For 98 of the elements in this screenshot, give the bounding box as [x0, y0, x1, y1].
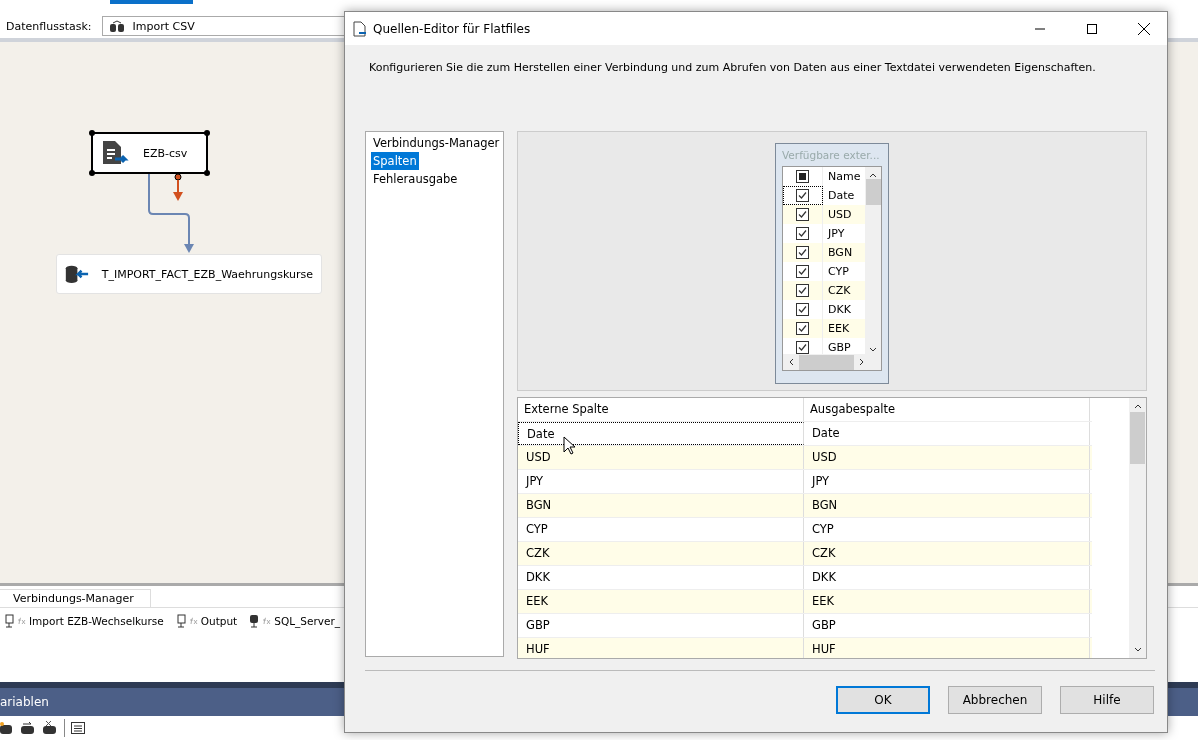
- database-arrow-icon: [65, 263, 90, 285]
- scroll-down-icon[interactable]: [869, 346, 877, 354]
- column-checkbox[interactable]: [796, 208, 809, 221]
- checkmark-icon: [798, 305, 807, 314]
- table-cell[interactable]: EEK: [804, 590, 1090, 613]
- file-connection-icon: [4, 614, 14, 628]
- column-checkbox[interactable]: [796, 341, 809, 354]
- window-title: Quellen-Editor für Flatfiles: [373, 21, 532, 36]
- column-checkbox[interactable]: [796, 189, 809, 202]
- column-name: Date: [827, 188, 855, 204]
- close-icon: [1138, 22, 1150, 35]
- scroll-thumb[interactable]: [865, 179, 881, 205]
- scroll-right-icon[interactable]: [858, 358, 866, 366]
- scroll-up-icon[interactable]: [1133, 402, 1142, 410]
- node-label: EZB-csv: [143, 146, 188, 160]
- table-cell[interactable]: EEK: [518, 590, 804, 613]
- checkmark-icon: [798, 286, 807, 295]
- source-node[interactable]: EZB-csv: [91, 132, 208, 174]
- column-name: DKK: [827, 302, 851, 318]
- scroll-thumb[interactable]: [799, 354, 854, 370]
- file-arrow-icon: [101, 140, 131, 166]
- scroll-thumb[interactable]: [1130, 412, 1145, 464]
- vertical-scrollbar[interactable]: [865, 167, 881, 354]
- checkmark-icon: [798, 267, 807, 276]
- dialog-button[interactable]: OK: [836, 686, 930, 714]
- page-list-item[interactable]: Verbindungs-Manager: [371, 134, 502, 152]
- column-name: EEK: [827, 321, 850, 337]
- select-all-checkbox[interactable]: [796, 170, 809, 183]
- table-cell[interactable]: DKK: [518, 566, 804, 589]
- table-cell[interactable]: USD: [804, 446, 1090, 469]
- column-checkbox[interactable]: [796, 227, 809, 240]
- maximize-icon: [1087, 23, 1097, 34]
- node-label: T_IMPORT_FACT_EZB_Waehrungskurse: [101, 267, 313, 281]
- dialog-description: Konfigurieren Sie die zum Herstellen einer Verbindung und zum Abrufen von Daten aus einer Textdatei verwendeten Eigenschaften.: [369, 61, 1096, 74]
- table-cell[interactable]: HUF: [804, 638, 1090, 658]
- column-name: USD: [827, 207, 852, 223]
- grid-view-icon[interactable]: [71, 722, 85, 734]
- scroll-down-icon[interactable]: [1133, 646, 1142, 654]
- table-cell[interactable]: JPY: [518, 470, 804, 493]
- dialog-button[interactable]: Abbrechen: [948, 686, 1042, 714]
- resize-handle[interactable]: [89, 130, 95, 136]
- vertical-scrollbar[interactable]: [1129, 398, 1146, 658]
- column-name: CZK: [827, 283, 851, 299]
- dialog-icon: [353, 20, 367, 37]
- connection-item[interactable]: SQL_Server_: [249, 614, 340, 628]
- column-checkbox[interactable]: [796, 322, 809, 335]
- package-icon: [108, 20, 125, 32]
- page-list-item[interactable]: Fehlerausgabe: [371, 170, 460, 188]
- table-cell[interactable]: CYP: [518, 518, 804, 541]
- table-cell[interactable]: HUF: [518, 638, 804, 658]
- connection-item[interactable]: Output: [175, 614, 238, 628]
- table-cell[interactable]: BGN: [518, 494, 804, 517]
- scroll-left-icon[interactable]: [787, 358, 795, 366]
- table-cell[interactable]: CZK: [804, 542, 1090, 565]
- checkmark-icon: [798, 210, 807, 219]
- column-checkbox[interactable]: [796, 265, 809, 278]
- column-checkbox[interactable]: [796, 303, 809, 316]
- task-label: Datenflusstask:: [6, 19, 92, 33]
- add-variable-icon[interactable]: [0, 721, 14, 735]
- checkmark-icon: [798, 229, 807, 238]
- function-icon: [17, 617, 26, 625]
- column-checkbox[interactable]: [796, 246, 809, 259]
- move-variable-icon[interactable]: [20, 721, 36, 735]
- resize-handle[interactable]: [204, 130, 210, 136]
- resize-handle[interactable]: [204, 170, 210, 176]
- table-cell[interactable]: CZK: [518, 542, 804, 565]
- table-cell[interactable]: GBP: [518, 614, 804, 637]
- column-picker-title: Verfügbare exter...: [782, 148, 881, 163]
- destination-node[interactable]: T_IMPORT_FACT_EZB_Waehrungskurse: [56, 254, 322, 294]
- checkmark-icon: [798, 191, 807, 200]
- checkmark-icon: [798, 248, 807, 257]
- table-cell[interactable]: Date: [804, 422, 1090, 445]
- connection-item[interactable]: Import EZB-Wechselkurse: [4, 614, 164, 628]
- dialog-button[interactable]: Hilfe: [1060, 686, 1154, 714]
- resize-handle[interactable]: [89, 170, 95, 176]
- column-header: Name: [827, 169, 861, 185]
- error-path-arrow: [171, 173, 185, 203]
- column-name: JPY: [826, 226, 845, 242]
- table-cell[interactable]: BGN: [804, 494, 1090, 517]
- scroll-up-icon[interactable]: [869, 171, 877, 179]
- column-name: CYP: [827, 264, 849, 280]
- checkmark-icon: [798, 343, 807, 352]
- table-cell[interactable]: CYP: [804, 518, 1090, 541]
- column-checkbox[interactable]: [796, 284, 809, 297]
- checkmark-icon: [798, 324, 807, 333]
- table-cell[interactable]: GBP: [804, 614, 1090, 637]
- function-icon: [262, 617, 272, 625]
- column-name: BGN: [827, 245, 853, 261]
- page-list-item[interactable]: Spalten: [371, 152, 419, 170]
- panel-tab[interactable]: Verbindungs-Manager: [0, 589, 151, 607]
- table-cell[interactable]: JPY: [804, 470, 1090, 493]
- function-icon: [188, 617, 198, 625]
- table-cell[interactable]: DKK: [804, 566, 1090, 589]
- column-name: GBP: [827, 340, 851, 356]
- delete-variable-icon[interactable]: [42, 721, 58, 735]
- horizontal-scrollbar[interactable]: [783, 354, 881, 370]
- file-connection-icon: [175, 614, 186, 628]
- database-connection-icon: [249, 614, 260, 628]
